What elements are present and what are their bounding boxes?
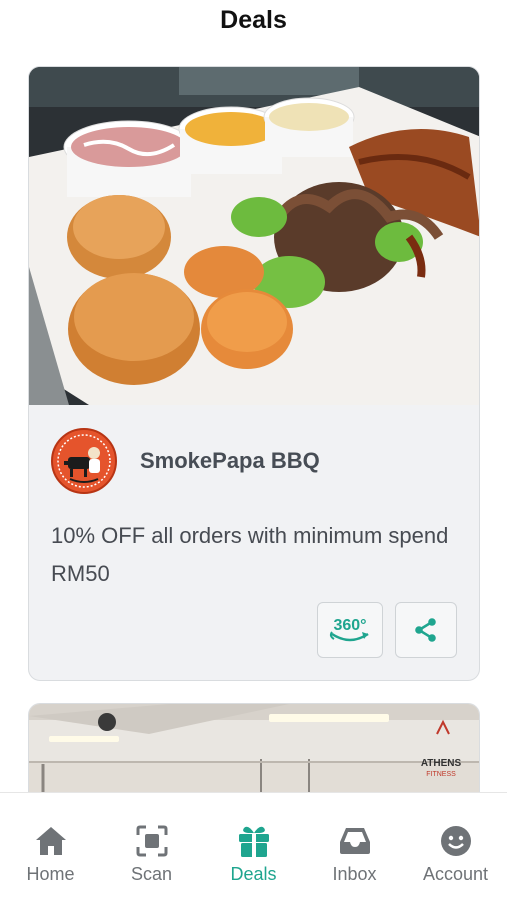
deal-photo[interactable] (29, 67, 479, 405)
360-icon: 360° (329, 617, 369, 642)
gift-icon (236, 823, 272, 859)
gym-logo-subtext: FITNESS (426, 771, 456, 778)
page-title: Deals (220, 6, 287, 34)
gym-logo-text: ATHENS (421, 758, 462, 769)
tab-scan[interactable]: Scan (101, 793, 202, 893)
tab-inbox[interactable]: Inbox (304, 793, 405, 893)
merchant-row[interactable]: SmokePapa BBQ (51, 427, 320, 495)
tab-scan-label: Scan (130, 864, 173, 884)
home-icon (33, 823, 69, 859)
inbox-icon (337, 823, 373, 859)
share-button[interactable] (395, 602, 457, 658)
tab-account[interactable]: Account (405, 793, 506, 893)
tab-account-label: Account (422, 864, 489, 884)
tab-inbox-label: Inbox (332, 864, 377, 884)
view-360-button[interactable]: 360° (317, 602, 383, 658)
tab-home-label: Home (26, 864, 75, 884)
header: Deals (0, 0, 507, 52)
gravy-bowl (263, 97, 355, 157)
share-icon (415, 618, 436, 642)
tab-deals-label: Deals (230, 864, 277, 884)
coleslaw-bowl (63, 120, 195, 197)
deal-offer-text: 10% OFF all orders with minimum spend RM… (51, 523, 449, 586)
bottom-tab-bar: Home Scan Deals Inbox Account (0, 792, 507, 900)
deal-card[interactable]: SmokePapa BBQ 10% OFF all orders with mi… (28, 66, 480, 681)
tab-home[interactable]: Home (0, 793, 101, 893)
merchant-name[interactable]: SmokePapa BBQ (140, 448, 320, 474)
smokepapa-logo[interactable] (51, 428, 117, 494)
tab-deals[interactable]: Deals (203, 793, 304, 893)
scan-icon (134, 823, 170, 859)
360-label: 360° (333, 617, 366, 634)
account-icon (438, 823, 474, 859)
